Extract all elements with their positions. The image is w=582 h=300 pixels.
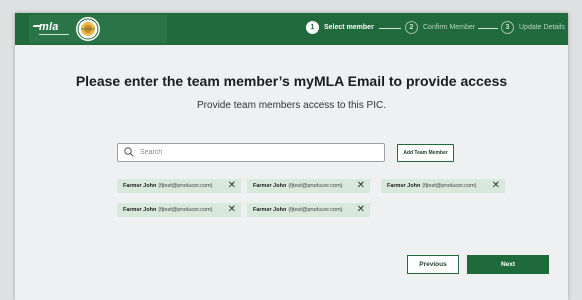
remove-member-close-icon[interactable]: ✕ xyxy=(228,204,236,216)
member-name: Farmer John xyxy=(253,183,287,189)
page-title: Please enter the team member’s myMLA Ema… xyxy=(75,73,508,89)
member-chip: Farmer John (fjtest@producer.com) ✕ xyxy=(117,179,241,193)
member-email: (fjtest@producer.com) xyxy=(158,183,213,189)
member-name: Farmer John xyxy=(123,183,157,189)
top-bar: mla 1 Select member 2 Confirm Member 3 U… xyxy=(15,13,568,45)
logo-underline xyxy=(39,34,69,35)
mla-logo: mla xyxy=(39,21,59,33)
search-box[interactable] xyxy=(117,143,385,162)
search-icon xyxy=(122,143,140,162)
remove-member-close-icon[interactable]: ✕ xyxy=(357,180,365,192)
search-input[interactable] xyxy=(140,144,370,161)
member-chip: Farmer John (fjtest@producer.com) ✕ xyxy=(247,179,370,193)
step-select-member: 1 Select member xyxy=(306,21,374,34)
step-label: Update Details xyxy=(519,24,565,31)
emblem-seal-icon xyxy=(76,17,100,41)
step-label: Confirm Member xyxy=(423,24,476,31)
member-name: Farmer John xyxy=(387,183,421,189)
member-email: (fjtest@producer.com) xyxy=(422,183,477,189)
logo-area: mla xyxy=(29,15,167,43)
step-number: 3 xyxy=(501,21,514,34)
next-button[interactable]: Next xyxy=(467,255,549,274)
member-chip: Farmer John (fjtest@producer.com) ✕ xyxy=(117,203,241,217)
page-subtitle: Provide team members access to this PIC. xyxy=(197,100,386,111)
remove-member-close-icon[interactable]: ✕ xyxy=(228,180,236,192)
member-name: Farmer John xyxy=(123,207,157,213)
member-email: (fjtest@producer.com) xyxy=(288,183,343,189)
step-connector xyxy=(379,28,401,29)
member-email: (fjtest@producer.com) xyxy=(288,207,343,213)
member-name: Farmer John xyxy=(253,207,287,213)
add-team-member-button[interactable]: Add Team Member xyxy=(397,144,454,162)
step-update-details: 3 Update Details xyxy=(501,21,565,34)
step-connector xyxy=(478,28,498,29)
remove-member-close-icon[interactable]: ✕ xyxy=(492,180,500,192)
remove-member-close-icon[interactable]: ✕ xyxy=(357,204,365,216)
step-number: 1 xyxy=(306,21,319,34)
step-label: Select member xyxy=(324,24,374,31)
step-confirm-member: 2 Confirm Member xyxy=(405,21,475,34)
member-chip: Farmer John (fjtest@producer.com) ✕ xyxy=(381,179,505,193)
member-chip: Farmer John (fjtest@producer.com) ✕ xyxy=(247,203,370,217)
step-number: 2 xyxy=(405,21,418,34)
member-email: (fjtest@producer.com) xyxy=(158,207,213,213)
previous-button[interactable]: Previous xyxy=(407,255,459,274)
app-window: mla 1 Select member 2 Confirm Member 3 U… xyxy=(15,13,568,300)
